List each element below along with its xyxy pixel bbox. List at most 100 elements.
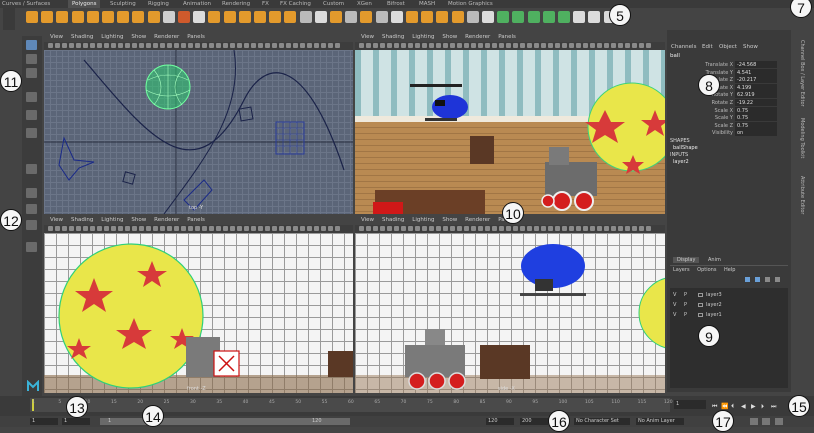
shelf-tool-icon[interactable] (558, 11, 570, 23)
rotate-tool-icon[interactable] (26, 110, 37, 120)
menu-panels[interactable]: Panels (187, 33, 205, 42)
viewport-toolbar-icon[interactable] (62, 43, 67, 48)
shelf-tool-icon[interactable] (269, 11, 282, 23)
shelf-tool-icon[interactable] (436, 11, 449, 23)
viewport-toolbar-icon[interactable] (188, 43, 193, 48)
tab-display[interactable]: Display (673, 257, 700, 263)
layer-name[interactable]: layer3 (706, 291, 722, 299)
viewport-toolbar-icon[interactable] (590, 226, 595, 231)
side-tab-attribute-editor[interactable]: Attribute Editor (795, 176, 805, 214)
viewport-toolbar-icon[interactable] (230, 226, 235, 231)
viewport-toolbar-icon[interactable] (562, 226, 567, 231)
viewport-toolbar-icon[interactable] (286, 43, 291, 48)
viewport-toolbar-icon[interactable] (576, 226, 581, 231)
shelf-tool-icon[interactable] (41, 11, 54, 23)
select-tool-icon[interactable] (26, 40, 37, 50)
menu-object[interactable]: Object (719, 43, 737, 51)
viewport-toolbar-icon[interactable] (359, 43, 364, 48)
viewport-toolbar-icon[interactable] (174, 43, 179, 48)
side-tab-channel-box[interactable]: Channel Box / Layer Editor (795, 40, 805, 107)
menu-help[interactable]: Help (724, 267, 735, 273)
layer-row[interactable]: V Player2 (670, 301, 788, 309)
new-layer-selected-icon[interactable] (755, 277, 760, 282)
viewport-toolbar-icon[interactable] (279, 226, 284, 231)
viewport-toolbar-icon[interactable] (216, 43, 221, 48)
viewport-toolbar-icon[interactable] (328, 43, 333, 48)
viewport-toolbar-icon[interactable] (160, 226, 165, 231)
shelf-tool-icon[interactable] (466, 11, 479, 23)
shelf-tab-fx-caching[interactable]: FX Caching (280, 0, 311, 8)
shelf-tool-icon[interactable] (223, 11, 236, 23)
tab-anim[interactable]: Anim (708, 257, 721, 263)
viewport-toolbar-icon[interactable] (335, 226, 340, 231)
viewport-toolbar-icon[interactable] (125, 226, 130, 231)
viewport-toolbar-icon[interactable] (618, 43, 623, 48)
viewport-toolbar-icon[interactable] (611, 226, 616, 231)
viewport-toolbar-icon[interactable] (548, 43, 553, 48)
viewport-toolbar-icon[interactable] (450, 43, 455, 48)
shelf-tab-animation[interactable]: Animation (183, 0, 211, 8)
menu-renderer[interactable]: Renderer (154, 33, 179, 42)
start-time-field[interactable]: 1 (30, 418, 58, 425)
layer-row[interactable]: V Player1 (670, 311, 788, 319)
viewport-toolbar-icon[interactable] (576, 43, 581, 48)
viewport-toolbar-icon[interactable] (464, 43, 469, 48)
viewport-toolbar-icon[interactable] (548, 226, 553, 231)
viewport-toolbar-icon[interactable] (202, 43, 207, 48)
menu-renderer[interactable]: Renderer (154, 216, 179, 225)
shelf-tool-icon[interactable] (314, 11, 327, 23)
viewport-toolbar-icon[interactable] (541, 43, 546, 48)
viewport-toolbar-icon[interactable] (415, 226, 420, 231)
viewport-toolbar-icon[interactable] (422, 43, 427, 48)
attribute-value-field[interactable]: on (735, 129, 777, 137)
shelf-tab-rendering[interactable]: Rendering (222, 0, 250, 8)
viewport-toolbar-icon[interactable] (457, 43, 462, 48)
viewport-toolbar-icon[interactable] (471, 226, 476, 231)
viewport-toolbar-icon[interactable] (300, 226, 305, 231)
viewport-toolbar-icon[interactable] (478, 226, 483, 231)
viewport-toolbar-icon[interactable] (471, 43, 476, 48)
viewport-toolbar-icon[interactable] (457, 226, 462, 231)
layer-visibility-toggle[interactable]: V (673, 291, 676, 299)
shelf-tab-fx[interactable]: FX (262, 0, 269, 8)
shelf-tool-icon[interactable] (512, 11, 525, 23)
outliner-layout-icon[interactable] (26, 220, 37, 230)
viewport-toolbar-icon[interactable] (146, 226, 151, 231)
shelf-tool-icon[interactable] (588, 11, 601, 23)
viewport-toolbar-icon[interactable] (272, 226, 277, 231)
viewport-toolbar-icon[interactable] (90, 226, 95, 231)
menu-renderer[interactable]: Renderer (465, 33, 490, 42)
viewport-toolbar-icon[interactable] (69, 43, 74, 48)
viewport-toolbar-icon[interactable] (83, 226, 88, 231)
viewport-toolbar-icon[interactable] (69, 226, 74, 231)
shelf-tool-icon[interactable] (345, 11, 358, 23)
shelf-tool-icon[interactable] (527, 11, 540, 23)
shelf-tool-icon[interactable] (71, 11, 84, 23)
viewport-toolbar-icon[interactable] (174, 226, 179, 231)
viewport-toolbar-icon[interactable] (293, 43, 298, 48)
viewport-toolbar-icon[interactable] (265, 226, 270, 231)
viewport-toolbar-icon[interactable] (436, 43, 441, 48)
layer-name[interactable]: layer1 (706, 311, 722, 319)
viewport-toolbar-icon[interactable] (202, 226, 207, 231)
viewport-toolbar-icon[interactable] (111, 43, 116, 48)
shape-node[interactable]: ballShape (673, 145, 698, 151)
layer-row[interactable]: V Player3 (670, 291, 788, 299)
single-perspective-view-icon[interactable] (26, 188, 37, 198)
shelf-tool-icon[interactable] (497, 11, 510, 23)
viewport-toolbar-icon[interactable] (244, 226, 249, 231)
viewport-toolbar-icon[interactable] (160, 43, 165, 48)
viewport-toolbar-icon[interactable] (387, 43, 392, 48)
viewport-toolbar-icon[interactable] (314, 43, 319, 48)
viewport-toolbar-icon[interactable] (328, 226, 333, 231)
viewport-toolbar-icon[interactable] (132, 226, 137, 231)
layer-color-swatch[interactable] (698, 313, 703, 317)
viewport-toolbar-icon[interactable] (394, 226, 399, 231)
shelf-tool-icon[interactable] (117, 11, 130, 23)
viewport-toolbar-icon[interactable] (83, 43, 88, 48)
viewport-toolbar-icon[interactable] (555, 226, 560, 231)
menu-options[interactable]: Options (697, 267, 716, 273)
viewport-toolbar-icon[interactable] (181, 226, 186, 231)
viewport-toolbar-icon[interactable] (534, 226, 539, 231)
viewport-toolbar-icon[interactable] (646, 43, 651, 48)
